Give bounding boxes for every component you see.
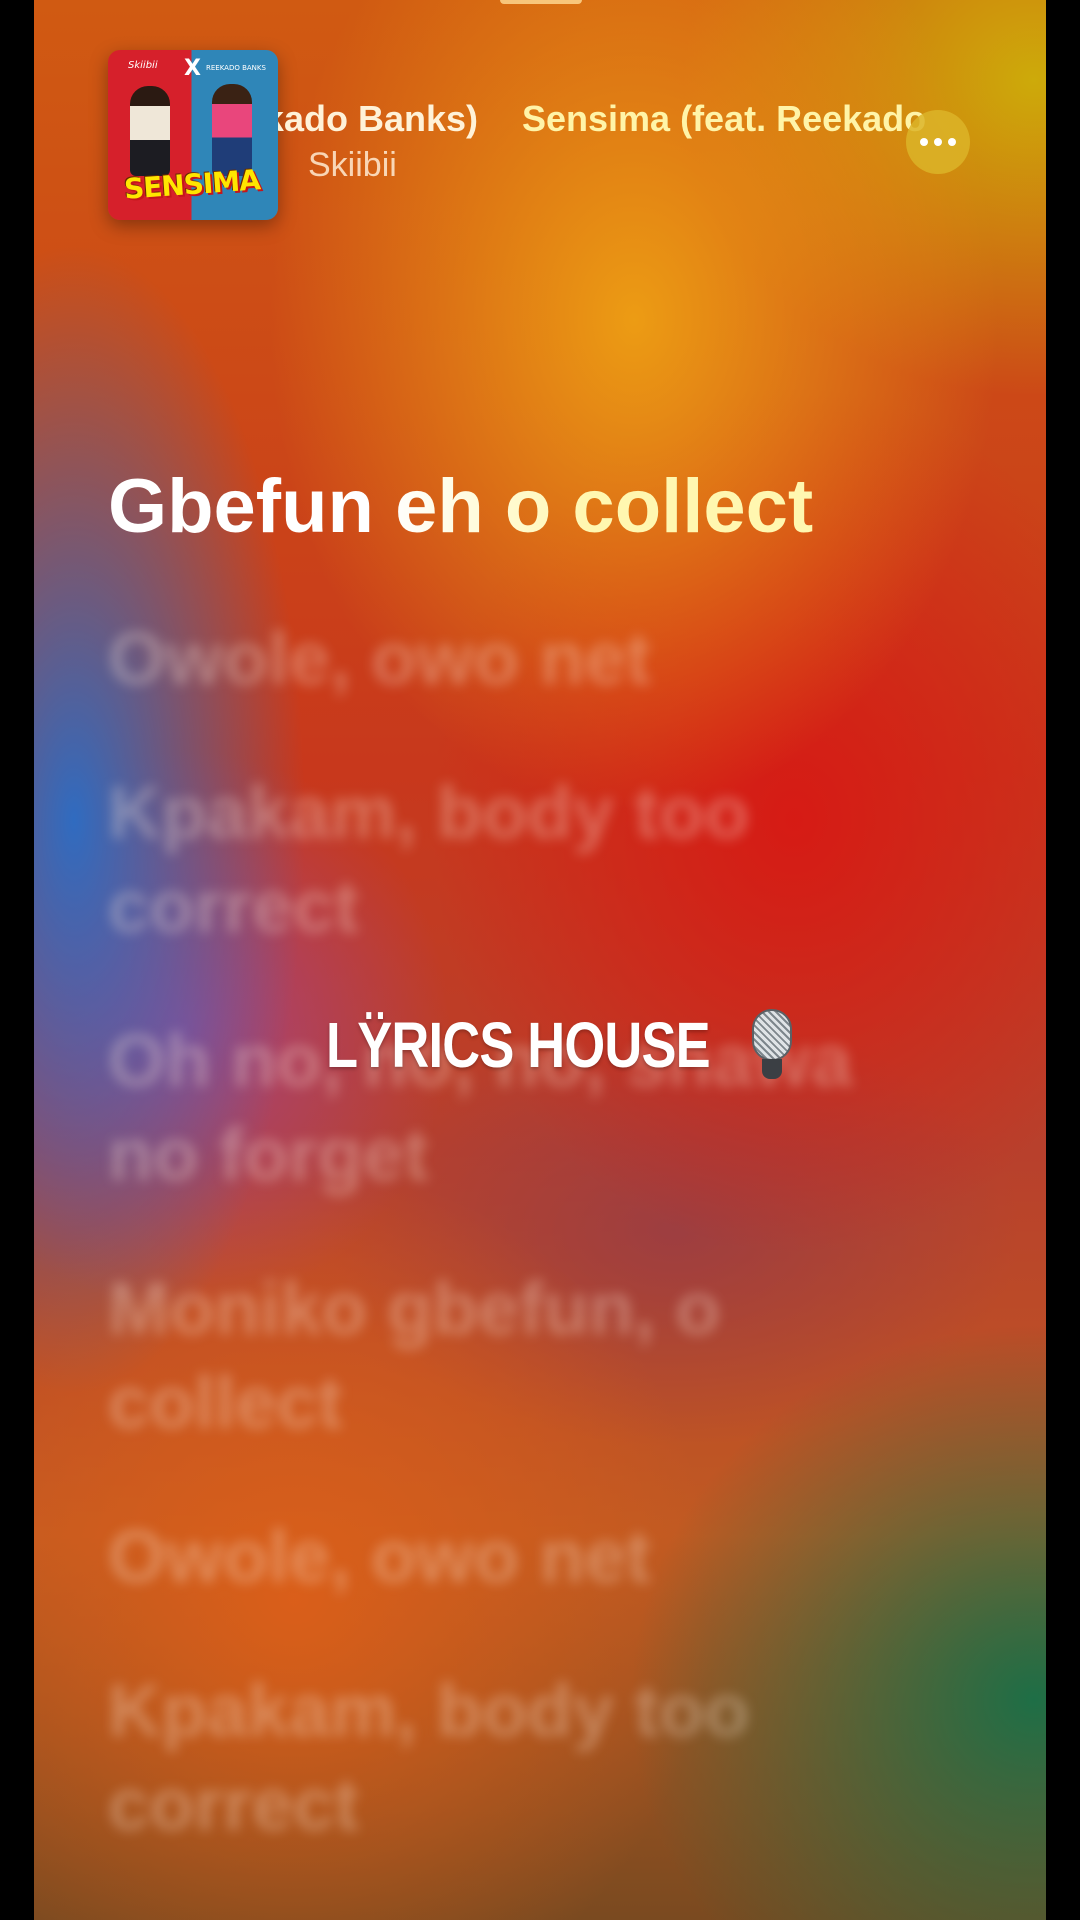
now-playing-header: Skiibii X REEKADO BANKS SENSIMA Sensima … — [34, 0, 1046, 240]
lyric-line[interactable]: Moniko gbefun, o collect — [108, 1262, 908, 1450]
album-art-x: X — [184, 56, 201, 81]
album-art-right-name: REEKADO BANKS — [206, 64, 266, 72]
lyrics-screen: Skiibii X REEKADO BANKS SENSIMA Sensima … — [34, 0, 1046, 1920]
more-options-button[interactable] — [906, 110, 970, 174]
more-dot-icon — [920, 138, 928, 146]
lyrics-list: Gbefun eh o collect Owole, owo net Kpaka… — [108, 462, 908, 1912]
microphone-icon — [750, 1009, 794, 1081]
lyric-line-active[interactable]: Gbefun eh o collect — [108, 462, 908, 552]
watermark: LŸRICS HOUSE — [326, 1008, 794, 1082]
lyric-line[interactable]: Kpakam, body too correct — [108, 766, 908, 954]
song-title-marquee-tail: Sensima (feat. Reekado Banks) — [278, 98, 478, 139]
album-art-person-right — [212, 84, 252, 176]
lyric-line[interactable]: Kpakam, body too correct — [108, 1664, 908, 1852]
album-art-left-name: Skiibii — [128, 60, 158, 71]
watermark-text: LŸRICS HOUSE — [326, 1009, 711, 1081]
microphone-head-shape — [752, 1009, 793, 1061]
artist-name[interactable]: Skiibii — [308, 146, 397, 185]
more-dot-icon — [934, 138, 942, 146]
lyric-line[interactable]: Owole, owo net — [108, 1510, 908, 1604]
album-art[interactable]: Skiibii X REEKADO BANKS SENSIMA — [108, 50, 278, 220]
microphone-neck-shape — [762, 1059, 783, 1079]
song-title[interactable]: Sensima (feat. Reekado Banks) — [522, 98, 932, 140]
lyric-line[interactable]: Owole, owo net — [108, 612, 908, 706]
album-art-person-left — [130, 86, 170, 176]
more-dot-icon — [948, 138, 956, 146]
